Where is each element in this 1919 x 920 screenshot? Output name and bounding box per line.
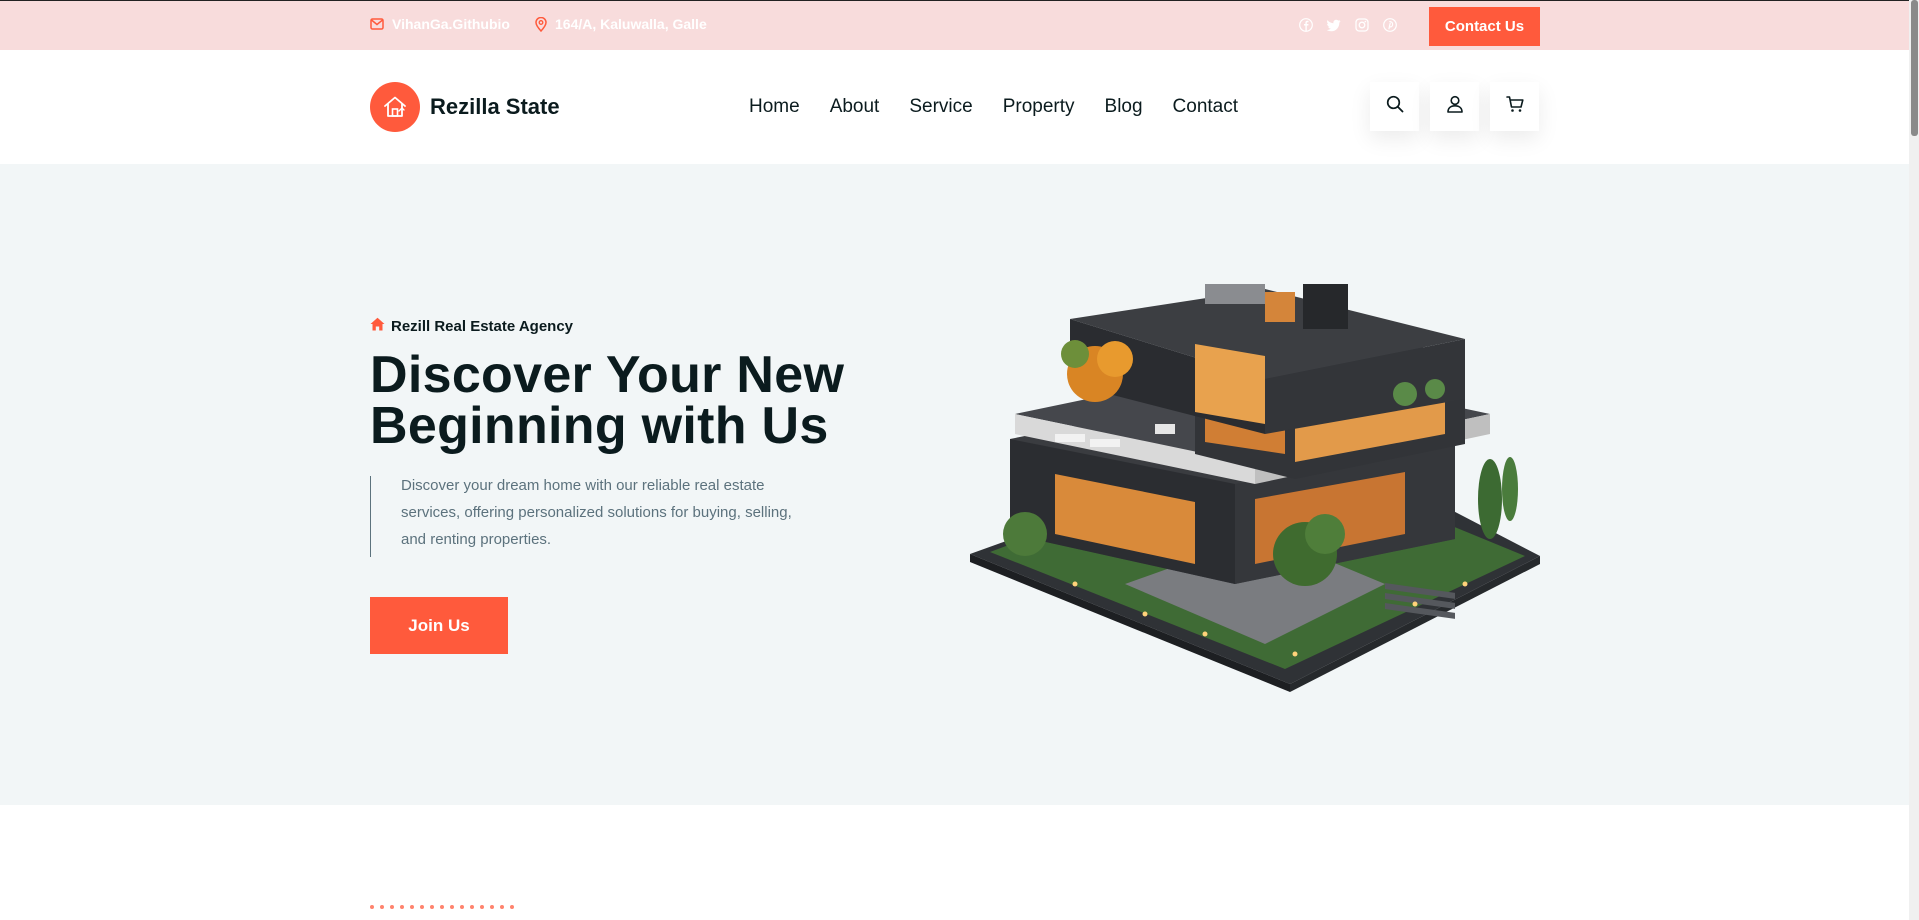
pinterest-icon[interactable] <box>1383 18 1397 32</box>
nav-contact[interactable]: Contact <box>1173 96 1238 118</box>
hero-eyebrow-text: Rezill Real Estate Agency <box>391 317 574 335</box>
topbar-email-text: VihanGa.Githubio <box>392 16 510 32</box>
header-actions <box>1370 82 1539 131</box>
site-header: Rezilla State Home About Service Propert… <box>0 50 1909 164</box>
hero-description-text: Discover your dream home with our reliab… <box>401 477 792 548</box>
scrollbar-track[interactable] <box>1909 0 1919 920</box>
hero-title: Discover Your New Beginning with Us <box>370 346 845 455</box>
facebook-icon[interactable] <box>1299 18 1313 32</box>
nav-property[interactable]: Property <box>1003 96 1075 118</box>
nav-blog[interactable]: Blog <box>1105 96 1143 118</box>
hero-eyebrow: Rezill Real Estate Agency <box>370 317 573 335</box>
logo-text: Rezilla State <box>430 94 560 119</box>
mail-icon <box>370 18 384 30</box>
home-icon <box>370 317 385 335</box>
topbar-address: 164/A, Kaluwalla, Galle <box>535 16 707 32</box>
nav-home[interactable]: Home <box>749 96 800 118</box>
logo[interactable]: Rezilla State <box>370 82 560 132</box>
join-us-button[interactable]: Join Us <box>370 597 508 654</box>
map-pin-icon <box>535 16 547 32</box>
hero-description: Discover your dream home with our reliab… <box>370 476 810 557</box>
scrollbar-thumb[interactable] <box>1911 0 1918 136</box>
twitter-icon[interactable] <box>1327 18 1341 32</box>
main-nav: Home About Service Property Blog Contact <box>749 96 1238 118</box>
contact-us-button[interactable]: Contact Us <box>1429 7 1540 46</box>
topbar-email[interactable]: VihanGa.Githubio <box>370 16 510 32</box>
search-icon <box>1386 95 1404 118</box>
page: VihanGa.Githubio 164/A, Kaluwalla, Galle… <box>0 0 1919 920</box>
nav-service[interactable]: Service <box>909 96 972 118</box>
social-links <box>1299 18 1397 32</box>
account-button[interactable] <box>1430 82 1479 131</box>
cart-button[interactable] <box>1490 82 1539 131</box>
instagram-icon[interactable] <box>1355 18 1369 32</box>
top-bar: VihanGa.Githubio 164/A, Kaluwalla, Galle… <box>0 0 1909 50</box>
decorative-dots <box>370 905 514 909</box>
topbar-address-text: 164/A, Kaluwalla, Galle <box>555 16 707 32</box>
hero-house-illustration <box>965 284 1545 694</box>
cart-icon <box>1505 95 1524 118</box>
house-logo-icon <box>370 82 420 132</box>
hero-section: Rezill Real Estate Agency Discover Your … <box>0 164 1909 805</box>
search-button[interactable] <box>1370 82 1419 131</box>
user-icon <box>1446 95 1464 118</box>
nav-about[interactable]: About <box>830 96 880 118</box>
